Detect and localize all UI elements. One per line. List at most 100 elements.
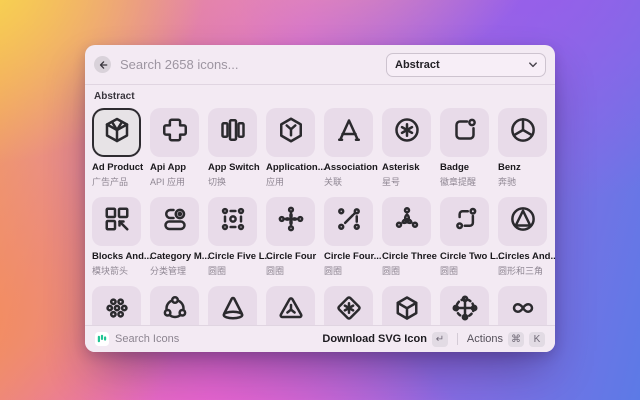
icon-tile-circle-four[interactable] <box>324 197 373 246</box>
icon-name-label: Circle Three <box>382 251 437 262</box>
icon-tile-ad-product[interactable] <box>92 108 141 157</box>
cmd-keycap: ⌘ <box>508 331 524 347</box>
grid-cell: Benz 奔驰 <box>498 108 547 188</box>
icon-subtitle-label: 圆圈 <box>266 266 285 276</box>
icon-subtitle-label: 圆圈 <box>208 266 227 276</box>
icon-name-label: Circle Five L... <box>208 251 273 262</box>
actions-menu-action[interactable]: Actions ⌘ K <box>466 331 545 347</box>
infinity-icon <box>508 293 538 325</box>
icon-name-label: Blocks And... <box>92 251 152 262</box>
grid-cell: Api App API 应用 <box>150 108 199 188</box>
icon-subtitle-label: 圆圈 <box>440 266 459 276</box>
icon-subtitle-label: 应用 <box>266 177 285 187</box>
actions-label: Actions <box>466 333 503 345</box>
arrow-left-icon <box>99 60 107 69</box>
icon-subtitle-label: 关联 <box>324 177 343 187</box>
box-3d-icon <box>102 115 132 150</box>
download-svg-label: Download SVG Icon <box>322 333 427 345</box>
icon-tile-category-m[interactable] <box>150 197 199 246</box>
icon-tile-cube-wireframe[interactable] <box>382 286 431 325</box>
circles-triangles-icon <box>508 204 538 239</box>
icon-name-label: Badge <box>440 162 470 173</box>
association-icon <box>334 115 364 150</box>
api-app-icon <box>160 115 190 150</box>
app-brand: Search Icons <box>95 332 179 346</box>
icon-tile-association[interactable] <box>324 108 373 157</box>
download-svg-action[interactable]: Download SVG Icon ↵ <box>322 331 448 347</box>
icon-name-label: Category M... <box>150 251 210 262</box>
category-dropdown-value: Abstract <box>395 58 440 71</box>
icon-tile-benz[interactable] <box>498 108 547 157</box>
icon-subtitle-label: 圆圈 <box>324 266 343 276</box>
blocks-arrow-icon <box>102 204 132 239</box>
icon-subtitle-label: 分类管理 <box>150 266 187 276</box>
badge-icon <box>450 115 480 150</box>
grid-cell: Circle Four 圆圈 <box>266 197 317 277</box>
icon-tile-api-app[interactable] <box>150 108 199 157</box>
icon-tile-triangle-y[interactable] <box>266 286 315 325</box>
icon-tile-blocks-and[interactable] <box>92 197 141 246</box>
icon-tile-asterisk[interactable] <box>382 108 431 157</box>
grid-cell <box>266 286 315 325</box>
grid-cell: Category M... 分类管理 <box>150 197 210 277</box>
icon-subtitle-label: 圆圈 <box>382 266 401 276</box>
grid-cell: Badge 徽章提醒 <box>440 108 489 188</box>
icon-subtitle-label: 广告产品 <box>92 177 129 187</box>
grid-cell: Circle Four... 圆圈 <box>324 197 382 277</box>
icon-name-label: Circle Two L... <box>440 251 504 262</box>
grid-cell <box>324 286 373 325</box>
grid-cell: Ad Product 广告产品 <box>92 108 144 188</box>
circle-four-line-icon <box>334 204 364 239</box>
icon-subtitle-label: API 应用 <box>150 177 186 187</box>
dots-cluster-icon <box>102 293 132 325</box>
icon-tile-dots-cluster[interactable] <box>92 286 141 325</box>
icon-tile-application[interactable] <box>266 108 315 157</box>
grid-cell <box>92 286 141 325</box>
icon-tile-circle-four[interactable] <box>266 197 315 246</box>
icon-tile-badge[interactable] <box>440 108 489 157</box>
icon-tile-cone[interactable] <box>208 286 257 325</box>
cone-icon <box>218 293 248 325</box>
grid-cell <box>208 286 257 325</box>
move-cross-icon <box>450 293 480 325</box>
grid-cell: Circle Three 圆圈 <box>382 197 437 277</box>
icon-subtitle-label: 奔驰 <box>498 177 517 187</box>
grid-cell: Application... 应用 <box>266 108 326 188</box>
icon-tile-circle-three[interactable] <box>382 197 431 246</box>
circle-nodes-icon <box>160 293 190 325</box>
back-button[interactable] <box>94 56 111 73</box>
grid-cell <box>150 286 199 325</box>
footer-divider <box>456 333 458 345</box>
circle-five-line-icon <box>218 204 248 239</box>
chevron-down-icon <box>529 61 537 67</box>
grid-cell <box>382 286 431 325</box>
window-footer: Search Icons Download SVG Icon ↵ Actions… <box>85 325 555 352</box>
grid-cell: App Switch 切换 <box>208 108 260 188</box>
icon-subtitle-label: 徽章提醒 <box>440 177 477 187</box>
icon-tile-move-cross[interactable] <box>440 286 489 325</box>
category-dropdown[interactable]: Abstract <box>386 52 546 77</box>
k-keycap: K <box>529 331 545 347</box>
cube-wireframe-icon <box>392 293 422 325</box>
icon-tile-infinity[interactable] <box>498 286 547 325</box>
grid-cell <box>498 286 547 325</box>
circle-four-icon <box>276 204 306 239</box>
icon-tile-circle-five-l[interactable] <box>208 197 257 246</box>
enter-keycap: ↵ <box>431 331 448 347</box>
icon-tile-circle-nodes[interactable] <box>150 286 199 325</box>
icon-name-label: Circle Four <box>266 251 317 262</box>
grid-cell: Blocks And... 模块箭头 <box>92 197 152 277</box>
icon-subtitle-label: 星号 <box>382 177 401 187</box>
icon-name-label: Association <box>324 162 378 173</box>
diamond-asterisk-icon <box>334 293 364 325</box>
icon-tile-circles-and[interactable] <box>498 197 547 246</box>
search-input[interactable] <box>120 57 377 72</box>
icon-search-window: Abstract Abstract Ad Product 广告产品 Api Ap… <box>85 45 555 352</box>
application-hexagon-icon <box>276 115 306 150</box>
grid-cell: Asterisk 星号 <box>382 108 431 188</box>
icon-name-label: Benz <box>498 162 521 173</box>
icon-name-label: Ad Product <box>92 162 144 173</box>
icon-tile-diamond-asterisk[interactable] <box>324 286 373 325</box>
icon-tile-circle-two-l[interactable] <box>440 197 489 246</box>
icon-tile-app-switch[interactable] <box>208 108 257 157</box>
